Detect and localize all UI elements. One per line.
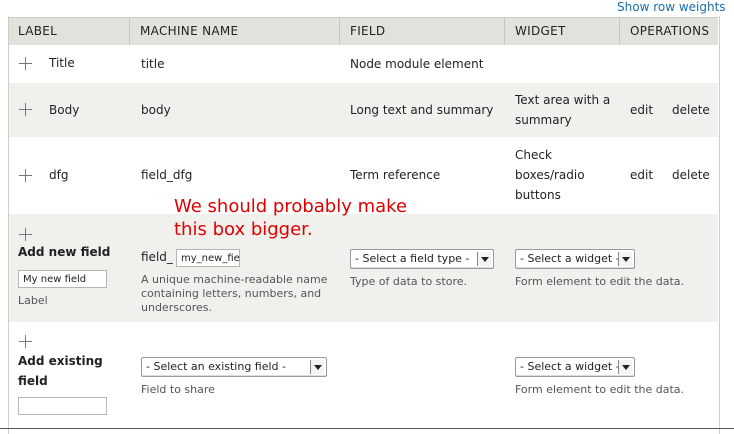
drag-handle-icon[interactable] — [19, 103, 32, 116]
header-label: LABEL — [18, 24, 58, 38]
machine-name-description: containing letters, numbers, and — [141, 287, 322, 300]
chevron-down-icon — [477, 252, 491, 266]
label-caption: Label — [18, 294, 48, 307]
header-divider — [339, 18, 340, 45]
row-machine-name: title — [141, 57, 165, 71]
row-label: dfg — [49, 168, 69, 182]
header-divider — [619, 18, 620, 45]
add-existing-field-title: Add existing — [18, 354, 103, 368]
add-existing-field-row: Add existing field - Select an existing … — [9, 322, 718, 428]
existing-widget-select[interactable]: - Select a widget - — [515, 357, 635, 377]
header-divider — [129, 18, 130, 45]
widget-link[interactable]: summary — [515, 110, 572, 130]
drag-handle-icon[interactable] — [19, 57, 32, 70]
drag-handle-icon[interactable] — [19, 335, 32, 348]
widget-link[interactable]: Check — [515, 145, 552, 165]
chevron-down-icon — [618, 252, 632, 266]
table-row-body: Body body Long text and summary Text are… — [9, 83, 718, 137]
machine-name-prefix: field_ — [141, 250, 173, 264]
row-machine-name: field_dfg — [141, 168, 193, 182]
table-row-title: Title title Node module element — [9, 45, 718, 83]
header-field: FIELD — [350, 24, 386, 38]
field-type-description: Type of data to store. — [350, 275, 467, 288]
machine-name-description: A unique machine-readable name — [141, 273, 328, 286]
chevron-down-icon — [618, 360, 632, 374]
annotation-line: We should probably make — [174, 196, 408, 217]
existing-field-select-value: - Select an existing field - — [146, 360, 286, 373]
drag-handle-icon[interactable] — [19, 228, 32, 241]
field-type-select[interactable]: - Select a field type - — [350, 249, 494, 269]
header-operations: OPERATIONS — [630, 24, 710, 38]
existing-widget-select-value: - Select a widget - — [520, 360, 620, 373]
header-machine-name: MACHINE NAME — [140, 24, 239, 38]
widget-description: Form element to edit the data. — [515, 275, 685, 288]
add-existing-field-title: field — [18, 374, 48, 388]
show-row-weights-link[interactable]: Show row weights — [617, 0, 726, 14]
delete-link[interactable]: delete — [672, 165, 710, 185]
new-field-label-input[interactable]: My new field — [18, 270, 107, 288]
edit-link[interactable]: edit — [630, 165, 653, 185]
existing-widget-description: Form element to edit the data. — [515, 383, 685, 396]
row-label: Title — [49, 56, 75, 70]
table-header: LABEL MACHINE NAME FIELD WIDGET OPERATIO… — [9, 17, 718, 46]
widget-select-value: - Select a widget - — [520, 252, 620, 265]
widget-link[interactable]: Text area with a — [515, 90, 610, 110]
row-machine-name: body — [141, 103, 171, 117]
widget-select[interactable]: - Select a widget - — [515, 249, 635, 269]
existing-field-description: Field to share — [141, 383, 215, 396]
widget-link[interactable]: buttons — [515, 185, 561, 205]
bottom-divider — [0, 428, 734, 429]
existing-field-select[interactable]: - Select an existing field - — [141, 357, 327, 377]
add-new-field-title: Add new field — [18, 245, 111, 259]
machine-name-description: underscores. — [141, 301, 213, 314]
field-type-select-value: - Select a field type - — [355, 252, 470, 265]
existing-field-label-input[interactable] — [18, 397, 107, 415]
widget-link[interactable]: boxes/radio — [515, 165, 585, 185]
review-annotation: We should probably make this box bigger. — [174, 195, 407, 241]
delete-link[interactable]: delete — [672, 100, 710, 120]
row-field-type: Node module element — [350, 57, 484, 71]
machine-name-input[interactable]: my_new_fie — [176, 249, 240, 267]
field-type-link[interactable]: Long text and summary — [350, 100, 493, 120]
drag-handle-icon[interactable] — [19, 169, 32, 182]
header-divider — [504, 18, 505, 45]
header-widget: WIDGET — [515, 24, 566, 38]
chevron-down-icon — [310, 360, 324, 374]
edit-link[interactable]: edit — [630, 100, 653, 120]
field-type-link[interactable]: Term reference — [350, 165, 440, 185]
annotation-line: this box bigger. — [174, 219, 313, 240]
row-label: Body — [49, 103, 80, 117]
